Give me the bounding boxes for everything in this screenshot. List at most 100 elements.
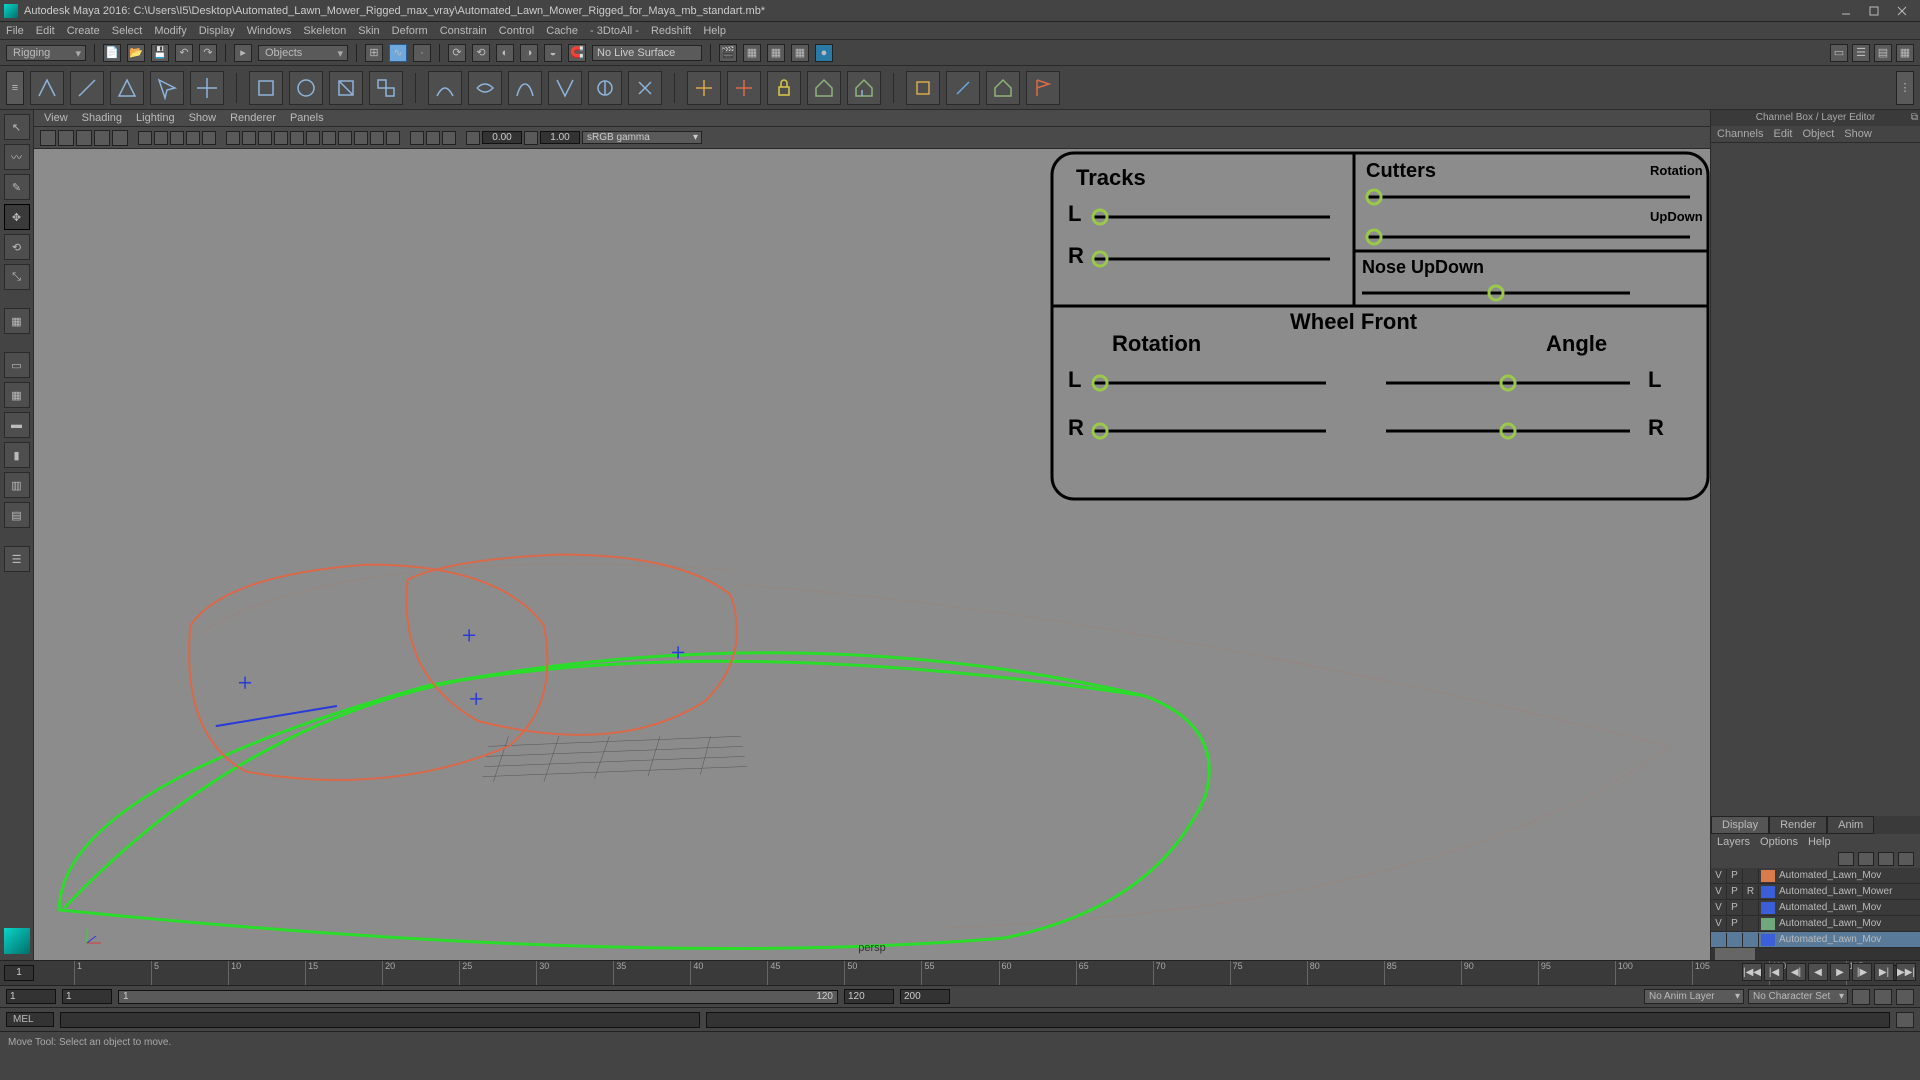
play-fwd-icon[interactable]: ▶ bbox=[1830, 963, 1850, 981]
layermenu-help[interactable]: Help bbox=[1808, 836, 1831, 848]
move-tool-icon[interactable]: ✥ bbox=[4, 204, 30, 230]
autokey-icon[interactable] bbox=[1852, 989, 1870, 1005]
shelf-tab-icon[interactable]: ≡ bbox=[6, 71, 24, 105]
vp-dof-icon[interactable] bbox=[386, 131, 400, 145]
viewport[interactable]: persp Tracks L R bbox=[34, 149, 1710, 960]
vp-shadow-icon[interactable] bbox=[202, 131, 216, 145]
layer-movedn-icon[interactable] bbox=[1858, 852, 1874, 866]
render-current-icon[interactable]: 🎬 bbox=[719, 44, 737, 62]
panel-shading[interactable]: Shading bbox=[82, 112, 122, 124]
selection-mask-dropdown[interactable]: Objects bbox=[258, 45, 348, 61]
panel-view[interactable]: View bbox=[44, 112, 68, 124]
vp-xrayj-icon[interactable] bbox=[258, 131, 272, 145]
vp-xray-icon[interactable] bbox=[242, 131, 256, 145]
save-scene-icon[interactable]: 💾 bbox=[151, 44, 169, 62]
layer-row[interactable]: VPRAutomated_Lawn_Mower bbox=[1711, 884, 1920, 900]
vp-gamma-icon[interactable] bbox=[466, 131, 480, 145]
prefs-icon[interactable] bbox=[1896, 989, 1914, 1005]
command-input[interactable] bbox=[60, 1012, 700, 1028]
vp-iso-icon[interactable] bbox=[226, 131, 240, 145]
layout-2v-icon[interactable]: ▮ bbox=[4, 442, 30, 468]
layer-row[interactable]: VPAutomated_Lawn_Mov bbox=[1711, 900, 1920, 916]
maximize-button[interactable] bbox=[1860, 2, 1888, 20]
vp-img-icon[interactable] bbox=[76, 130, 92, 146]
vp-cam-icon[interactable] bbox=[40, 130, 56, 146]
shelf-scroll-icon[interactable]: ⋮ bbox=[1896, 71, 1914, 105]
vp-colorspace-dropdown[interactable]: sRGB gamma bbox=[582, 131, 702, 144]
script-lang-dropdown[interactable]: MEL bbox=[6, 1012, 54, 1027]
maya-home-icon[interactable] bbox=[4, 928, 30, 954]
vp-gamma-field[interactable] bbox=[540, 131, 580, 144]
vp-res-icon[interactable] bbox=[274, 131, 288, 145]
time-slider[interactable]: 1 15101520253035404550556065707580859095… bbox=[0, 960, 1920, 986]
history-off-icon[interactable]: ⟲ bbox=[472, 44, 490, 62]
open-scene-icon[interactable]: 📂 bbox=[127, 44, 145, 62]
select-mode-icon[interactable]: ▸ bbox=[234, 44, 252, 62]
vp-exp3-icon[interactable] bbox=[442, 131, 456, 145]
vp-bookmark-icon[interactable] bbox=[58, 130, 74, 146]
layer-moveup-icon[interactable] bbox=[1838, 852, 1854, 866]
layout-2h-icon[interactable]: ▬ bbox=[4, 412, 30, 438]
curve-tool-6-icon[interactable] bbox=[628, 71, 662, 105]
vp-film-icon[interactable] bbox=[112, 130, 128, 146]
menu-constrain[interactable]: Constrain bbox=[440, 25, 487, 37]
vp-ao-icon[interactable] bbox=[338, 131, 352, 145]
play-back-icon[interactable]: ◀ bbox=[1808, 963, 1828, 981]
menu-select[interactable]: Select bbox=[112, 25, 143, 37]
layout-custom-icon[interactable]: ▤ bbox=[4, 502, 30, 528]
setkey-icon[interactable] bbox=[1874, 989, 1892, 1005]
menu-3dtoall[interactable]: - 3DtoAll - bbox=[590, 25, 639, 37]
flag-icon[interactable] bbox=[1026, 71, 1060, 105]
menu-redshift[interactable]: Redshift bbox=[651, 25, 691, 37]
undo-icon[interactable]: ↶ bbox=[175, 44, 193, 62]
menu-display[interactable]: Display bbox=[199, 25, 235, 37]
vp-grid-icon[interactable] bbox=[94, 130, 110, 146]
rig-control-panel[interactable]: Tracks L R Cutters Rotation UpDown bbox=[1050, 151, 1710, 501]
curve-tool-5-icon[interactable] bbox=[588, 71, 622, 105]
transform-1-icon[interactable] bbox=[249, 71, 283, 105]
vp-gamma2-icon[interactable] bbox=[524, 131, 538, 145]
layermenu-options[interactable]: Options bbox=[1760, 836, 1798, 848]
step-back-key-icon[interactable]: |◀ bbox=[1764, 963, 1784, 981]
range-track[interactable]: 1 120 bbox=[118, 990, 838, 1004]
panel-layout-2-icon[interactable]: ☰ bbox=[1852, 44, 1870, 62]
snap-grid-icon[interactable]: ⊞ bbox=[365, 44, 383, 62]
house-2-icon[interactable] bbox=[847, 71, 881, 105]
layertab-display[interactable]: Display bbox=[1711, 816, 1769, 834]
construction2-icon[interactable]: ◑ bbox=[520, 44, 538, 62]
home-3-icon[interactable] bbox=[986, 71, 1020, 105]
range-end-inner[interactable] bbox=[844, 989, 894, 1004]
redo-icon[interactable]: ↷ bbox=[199, 44, 217, 62]
cb-show[interactable]: Show bbox=[1844, 128, 1872, 140]
menu-windows[interactable]: Windows bbox=[247, 25, 292, 37]
vp-safe-icon[interactable] bbox=[306, 131, 320, 145]
panel-show[interactable]: Show bbox=[189, 112, 217, 124]
panel-panels[interactable]: Panels bbox=[290, 112, 324, 124]
vp-exp1-icon[interactable] bbox=[410, 131, 424, 145]
history-icon[interactable]: ⟳ bbox=[448, 44, 466, 62]
outliner-icon[interactable]: ☰ bbox=[4, 546, 30, 572]
menu-file[interactable]: File bbox=[6, 25, 24, 37]
layer-hscroll[interactable] bbox=[1711, 948, 1920, 960]
anim-layer-dropdown[interactable]: No Anim Layer bbox=[1644, 989, 1744, 1004]
joint-tool-icon[interactable] bbox=[687, 71, 721, 105]
snap-edge-icon[interactable] bbox=[70, 71, 104, 105]
goto-end-icon[interactable]: ▶▶| bbox=[1896, 963, 1916, 981]
make-live-icon[interactable]: 🧲 bbox=[568, 44, 586, 62]
layer-new-sel-icon[interactable] bbox=[1898, 852, 1914, 866]
scale-tool-icon[interactable]: ⤡ bbox=[4, 264, 30, 290]
layertab-render[interactable]: Render bbox=[1769, 816, 1827, 834]
snap-select-icon[interactable] bbox=[150, 71, 184, 105]
vp-smooth-icon[interactable] bbox=[154, 131, 168, 145]
curve-tool-4-icon[interactable] bbox=[548, 71, 582, 105]
paint-weights-icon[interactable] bbox=[906, 71, 940, 105]
curve-tool-2-icon[interactable] bbox=[468, 71, 502, 105]
vp-tex-icon[interactable] bbox=[170, 131, 184, 145]
ik-tool-icon[interactable] bbox=[727, 71, 761, 105]
live-surface-field[interactable] bbox=[592, 45, 702, 61]
transform-4-icon[interactable] bbox=[369, 71, 403, 105]
curve-tool-1-icon[interactable] bbox=[428, 71, 462, 105]
menu-modify[interactable]: Modify bbox=[154, 25, 186, 37]
vp-multi-icon[interactable] bbox=[370, 131, 384, 145]
new-scene-icon[interactable]: 📄 bbox=[103, 44, 121, 62]
